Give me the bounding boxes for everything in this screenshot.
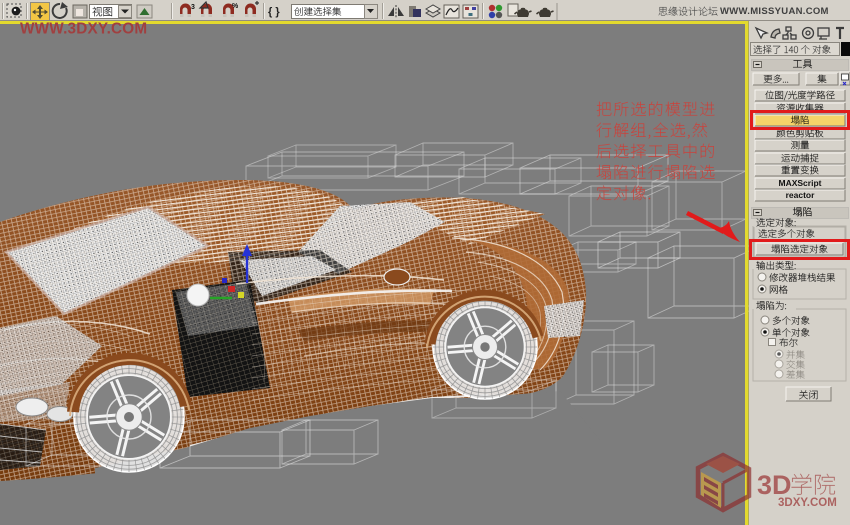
svg-text:%: % <box>232 3 239 10</box>
svg-text:{ }: { } <box>268 6 280 18</box>
svg-text:3: 3 <box>191 4 195 11</box>
svg-text:WWW.3DXY.COM: WWW.3DXY.COM <box>20 21 147 38</box>
svg-text:MAXScript: MAXScript <box>779 178 822 188</box>
svg-text:reactor: reactor <box>786 190 816 200</box>
svg-text:3DXY.COM: 3DXY.COM <box>778 497 837 509</box>
svg-text:3D: 3D <box>757 470 792 500</box>
svg-text:WWW.MISSYUAN.COM: WWW.MISSYUAN.COM <box>720 6 829 17</box>
